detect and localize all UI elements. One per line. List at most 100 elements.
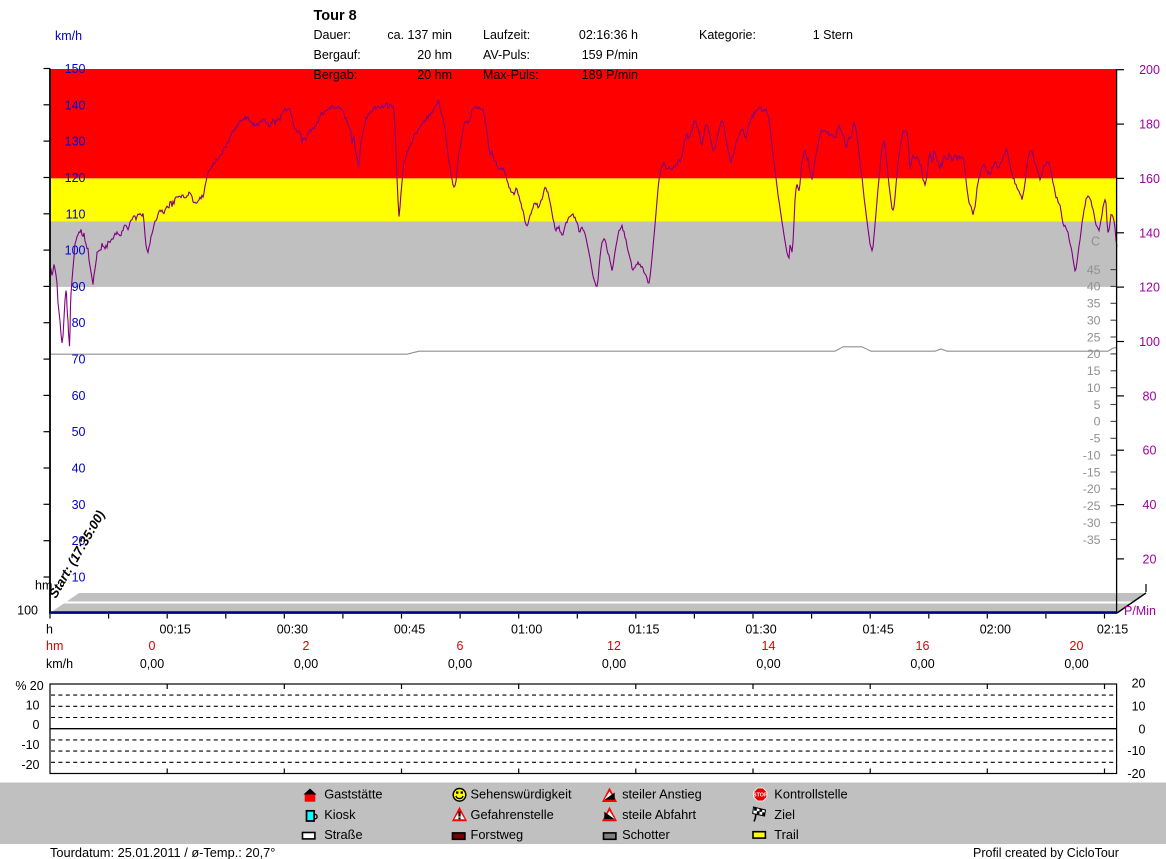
svg-text:-35: -35	[1083, 533, 1101, 547]
svg-text:01:30: 01:30	[745, 623, 776, 637]
svg-text:-15: -15	[1083, 465, 1101, 479]
svg-text:50: 50	[72, 425, 86, 439]
svg-text:10: 10	[1132, 700, 1146, 714]
svg-text:15: 15	[1087, 364, 1101, 378]
svg-text:00:15: 00:15	[160, 623, 191, 637]
svg-text:20: 20	[1132, 677, 1146, 691]
svg-text:160: 160	[1139, 172, 1160, 186]
svg-text:60: 60	[72, 389, 86, 403]
svg-text:02:00: 02:00	[980, 623, 1011, 637]
svg-text:14: 14	[762, 639, 776, 653]
svg-text:40: 40	[72, 462, 86, 476]
svg-text:-20: -20	[1083, 482, 1101, 496]
svg-text:Gaststätte: Gaststätte	[324, 787, 382, 802]
svg-text:0: 0	[33, 718, 40, 732]
svg-text:0,00: 0,00	[756, 657, 780, 671]
svg-text:STOP: STOP	[753, 793, 768, 799]
svg-text:Trail: Trail	[774, 827, 798, 842]
svg-text:km/h: km/h	[55, 29, 82, 43]
svg-text:2: 2	[303, 639, 310, 653]
svg-text:ca. 137 min: ca. 137 min	[387, 28, 452, 42]
svg-text:90: 90	[72, 280, 86, 294]
svg-text:0,00: 0,00	[294, 657, 318, 671]
svg-text:Kiosk: Kiosk	[324, 807, 356, 822]
svg-text:Max-Puls:: Max-Puls:	[483, 68, 539, 82]
svg-text:140: 140	[1139, 226, 1160, 240]
svg-text:30: 30	[1087, 313, 1101, 327]
svg-text:159 P/min: 159 P/min	[582, 48, 638, 62]
svg-text:40: 40	[1087, 280, 1101, 294]
svg-text:189 P/min: 189 P/min	[582, 68, 638, 82]
svg-text:Kategorie:: Kategorie:	[699, 28, 756, 42]
svg-text:80: 80	[72, 316, 86, 330]
svg-text:-30: -30	[1083, 516, 1101, 530]
svg-text:110: 110	[66, 207, 86, 221]
svg-text:20: 20	[1070, 639, 1084, 653]
svg-text:0: 0	[1094, 415, 1101, 429]
svg-text:12: 12	[607, 639, 621, 653]
svg-text:Dauer:: Dauer:	[314, 28, 352, 42]
svg-text:25: 25	[1087, 330, 1101, 344]
svg-text:0,00: 0,00	[448, 657, 472, 671]
svg-text:h: h	[46, 623, 53, 637]
svg-text:Schotter: Schotter	[622, 827, 670, 842]
svg-text:60: 60	[1143, 444, 1157, 458]
svg-text:-10: -10	[1127, 744, 1145, 758]
svg-text:180: 180	[1139, 118, 1160, 132]
svg-text:0: 0	[149, 639, 156, 653]
svg-text:01:00: 01:00	[511, 623, 542, 637]
svg-text:45: 45	[1087, 263, 1101, 277]
svg-text:P/Min: P/Min	[1124, 604, 1156, 618]
svg-text:01:15: 01:15	[628, 623, 659, 637]
svg-text:steile Abfahrt: steile Abfahrt	[622, 807, 696, 822]
svg-text:200: 200	[1139, 63, 1160, 77]
svg-text:Straße: Straße	[324, 827, 362, 842]
svg-text:C: C	[1091, 235, 1100, 249]
svg-text:120: 120	[65, 171, 86, 185]
svg-text:%: %	[15, 679, 26, 693]
svg-text:steiler Anstieg: steiler Anstieg	[622, 787, 702, 802]
svg-text:16: 16	[916, 639, 930, 653]
svg-text:100: 100	[17, 604, 38, 618]
svg-text:20: 20	[1087, 347, 1101, 361]
svg-text:5: 5	[1094, 398, 1101, 412]
svg-text:-20: -20	[1127, 767, 1145, 781]
svg-text:-10: -10	[21, 738, 39, 752]
svg-text:-20: -20	[21, 758, 39, 772]
svg-text:35: 35	[1087, 297, 1101, 311]
svg-text:Forstweg: Forstweg	[471, 827, 524, 842]
svg-text:6: 6	[457, 639, 464, 653]
svg-text:120: 120	[1139, 281, 1160, 295]
svg-text:20 hm: 20 hm	[417, 48, 452, 62]
svg-text:-25: -25	[1083, 499, 1101, 513]
svg-text:0,00: 0,00	[602, 657, 626, 671]
svg-text:Ziel: Ziel	[774, 807, 795, 822]
svg-text:00:45: 00:45	[394, 623, 425, 637]
svg-text:1 Stern: 1 Stern	[813, 28, 853, 42]
svg-text:20: 20	[30, 679, 44, 693]
svg-text:01:45: 01:45	[863, 623, 894, 637]
svg-text:km/h: km/h	[46, 657, 73, 671]
svg-text:140: 140	[65, 98, 86, 112]
svg-text:Profil created by CicloTour: Profil created by CicloTour	[973, 846, 1119, 859]
svg-text:30: 30	[72, 498, 86, 512]
svg-text:130: 130	[65, 135, 86, 149]
svg-text:0,00: 0,00	[140, 657, 164, 671]
svg-text:Bergab:: Bergab:	[314, 68, 358, 82]
svg-text:0,00: 0,00	[910, 657, 934, 671]
svg-text:0,00: 0,00	[1064, 657, 1088, 671]
svg-text:10: 10	[1087, 381, 1101, 395]
svg-text:Gefahrenstelle: Gefahrenstelle	[471, 807, 554, 822]
svg-text:150: 150	[65, 62, 86, 76]
svg-text:Sehenswürdigkeit: Sehenswürdigkeit	[471, 787, 572, 802]
svg-text:20: 20	[1143, 552, 1157, 566]
svg-text:-10: -10	[1083, 448, 1101, 462]
svg-text:20 hm: 20 hm	[417, 68, 452, 82]
svg-text:Kontrollstelle: Kontrollstelle	[774, 787, 847, 802]
svg-text:40: 40	[1143, 498, 1157, 512]
svg-text:100: 100	[1139, 335, 1160, 349]
svg-text:Laufzeit:: Laufzeit:	[483, 28, 530, 42]
svg-text:hm: hm	[46, 639, 63, 653]
svg-text:80: 80	[1143, 389, 1157, 403]
svg-text:70: 70	[72, 353, 86, 367]
